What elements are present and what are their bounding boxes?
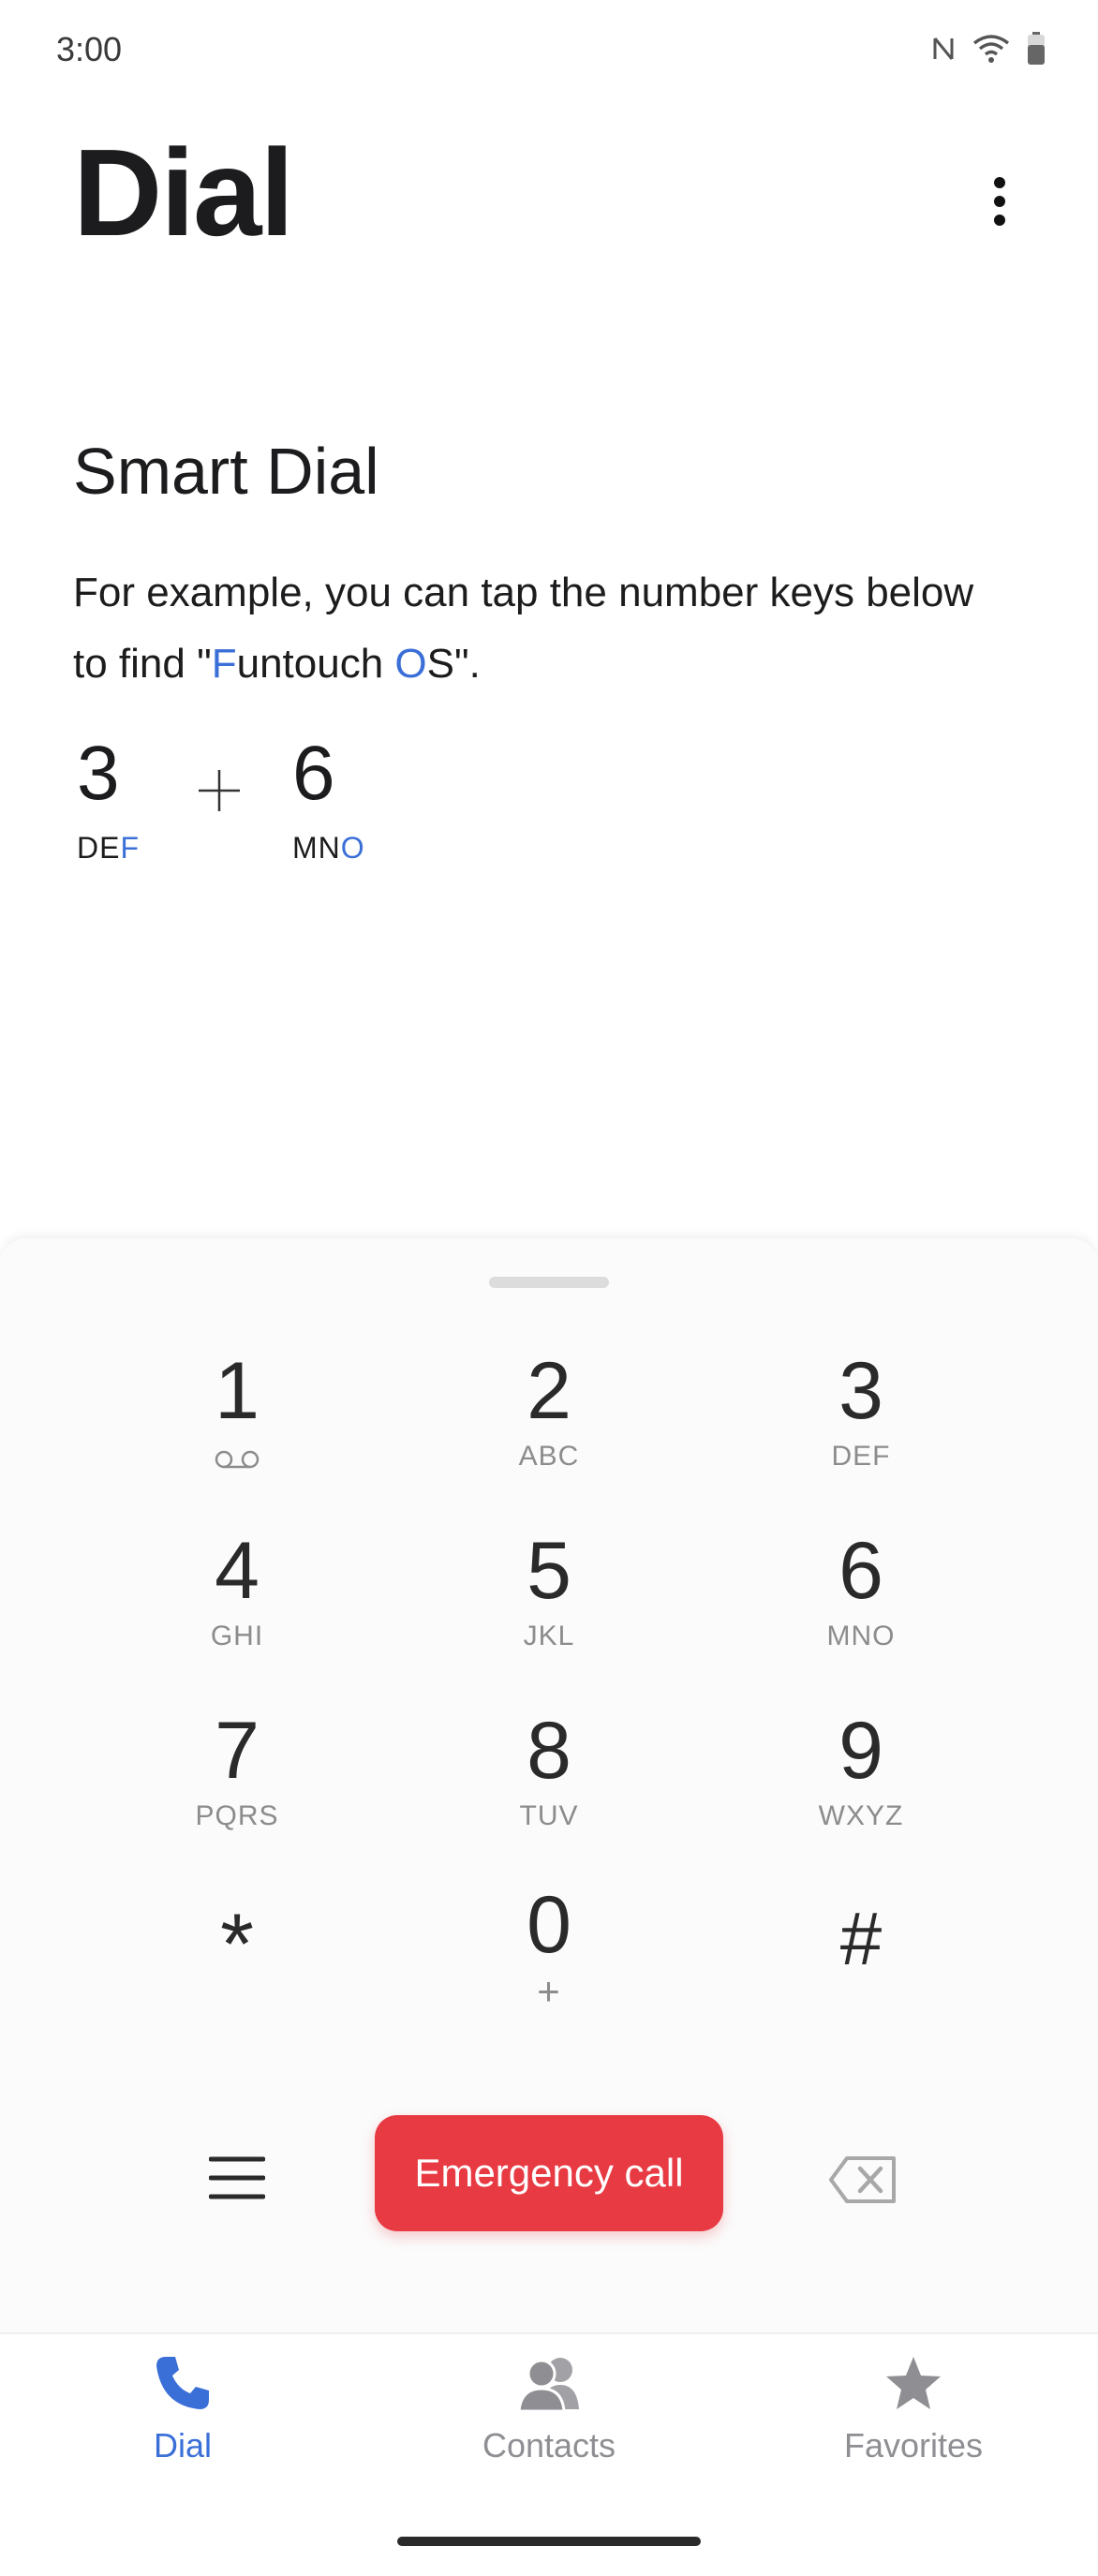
more-options-button[interactable] <box>974 169 1025 234</box>
example-digit: 3 <box>77 731 120 816</box>
example-letters-highlight: F <box>120 831 140 865</box>
desc-text: S". <box>426 641 481 687</box>
key-symbol: * <box>220 1897 254 1992</box>
key-digit: 0 <box>527 1880 571 1970</box>
nav-tab-favorites[interactable]: Favorites <box>792 2353 1035 2465</box>
key-9[interactable]: 9 WXYZ <box>749 1710 973 1870</box>
key-2[interactable]: 2 ABC <box>437 1351 661 1510</box>
status-bar: 3:00 <box>0 0 1098 103</box>
contacts-icon <box>517 2358 579 2413</box>
star-icon <box>886 2357 941 2409</box>
desc-text: untouch <box>236 641 395 687</box>
nav-label: Favorites <box>843 2426 984 2465</box>
smart-dial-desc-line1: For example, you can tap the number keys… <box>73 570 974 615</box>
example-letters-highlight: O <box>340 831 365 865</box>
example-letters: DEF <box>77 831 140 866</box>
key-letters: PQRS <box>195 1800 279 1831</box>
status-time: 3:00 <box>56 30 123 68</box>
key-letters: MNO <box>826 1621 896 1651</box>
page-title: Dial <box>73 124 294 261</box>
key-symbol: # <box>839 1897 883 1980</box>
key-letters: + <box>537 1969 561 2013</box>
plus-icon <box>199 770 240 811</box>
smart-dial-title: Smart Dial <box>73 435 379 508</box>
voicemail-icon <box>125 1441 349 1474</box>
nav-label: Dial <box>153 2426 212 2465</box>
smart-dial-desc-line2: to find "Funtouch OS". <box>73 629 1019 700</box>
desc-highlight: F <box>211 641 237 687</box>
emergency-call-button[interactable]: Emergency call <box>375 2115 723 2231</box>
key-8[interactable]: 8 TUV <box>437 1710 661 1870</box>
key-5[interactable]: 5 JKL <box>437 1531 661 1690</box>
wifi-icon <box>972 35 1010 63</box>
nav-label: Contacts <box>482 2426 616 2465</box>
nav-tab-dial[interactable]: Dial <box>61 2353 304 2465</box>
smart-dial-description: For example, you can tap the number keys… <box>73 557 1019 700</box>
key-digit: 6 <box>838 1526 883 1616</box>
key-letters: GHI <box>210 1621 264 1651</box>
key-4[interactable]: 4 GHI <box>125 1531 349 1690</box>
key-digit: 9 <box>838 1706 883 1796</box>
nav-tab-contacts[interactable]: Contacts <box>427 2353 671 2465</box>
key-digit: 8 <box>527 1706 571 1796</box>
backspace-icon <box>829 2156 896 2203</box>
menu-button[interactable] <box>200 2145 274 2211</box>
key-star[interactable]: * <box>125 1902 349 2061</box>
example-letters-plain: DE <box>77 831 121 865</box>
backspace-button[interactable] <box>821 2149 905 2211</box>
key-digit: 5 <box>527 1526 571 1616</box>
menu-icon <box>209 2156 265 2199</box>
desc-highlight: O <box>394 641 427 687</box>
more-vert-icon <box>994 177 1005 226</box>
key-digit: 4 <box>215 1526 260 1616</box>
key-3[interactable]: 3 DEF <box>749 1351 973 1510</box>
battery-icon <box>1028 32 1045 65</box>
key-0[interactable]: 0 + <box>437 1885 661 2044</box>
example-digit: 6 <box>292 731 335 816</box>
status-icons <box>931 32 1046 66</box>
key-6[interactable]: 6 MNO <box>749 1531 973 1690</box>
key-7[interactable]: 7 PQRS <box>125 1710 349 1870</box>
example-letters: MNO <box>292 831 365 866</box>
key-hash[interactable]: # <box>749 1902 973 2061</box>
key-letters: JKL <box>523 1621 575 1651</box>
key-letters: ABC <box>518 1441 580 1472</box>
nfc-icon <box>933 37 954 60</box>
example-letters-plain: MN <box>292 831 341 865</box>
key-letters: WXYZ <box>818 1800 904 1831</box>
sheet-drag-handle[interactable] <box>489 1277 609 1288</box>
key-digit: 7 <box>215 1706 260 1796</box>
key-digit: 2 <box>527 1346 571 1436</box>
home-indicator[interactable] <box>397 2537 701 2546</box>
key-1[interactable]: 1 <box>125 1351 349 1510</box>
example-key-2: 6 MNO <box>292 735 365 866</box>
key-letters: DEF <box>831 1441 891 1472</box>
desc-text: to find " <box>73 641 212 687</box>
key-digit: 1 <box>215 1346 260 1436</box>
example-key-1: 3 DEF <box>77 735 140 866</box>
key-letters: TUV <box>519 1800 579 1831</box>
phone-icon <box>156 2357 209 2409</box>
key-digit: 3 <box>838 1346 883 1436</box>
